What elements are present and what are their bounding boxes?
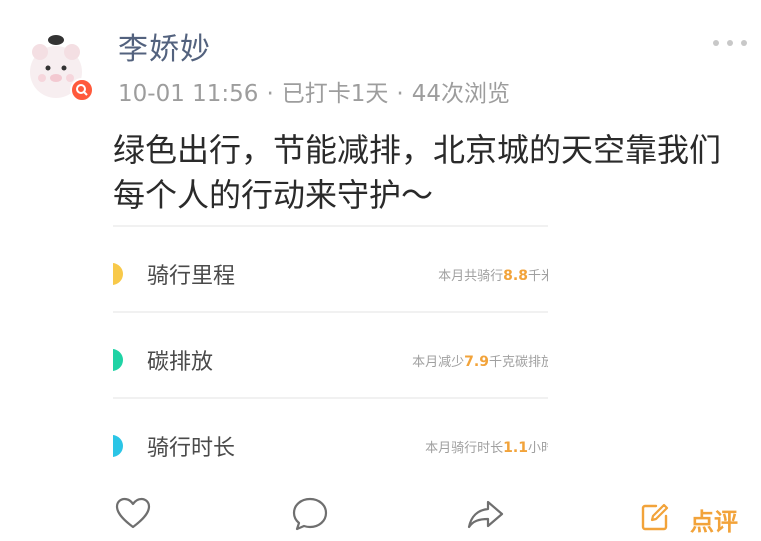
cycling-stats-card[interactable]: 骑行里程 本月共骑行8.8千米 碳排放 本月减少7.9千克碳排放 骑行时长 本月… <box>113 225 548 483</box>
summary-prefix: 本月共骑行 <box>438 269 504 284</box>
summary-suffix: 小时 <box>527 441 548 456</box>
meta-separator: · <box>266 81 274 107</box>
stats-row-duration[interactable]: 骑行时长 本月骑行时长1.1小时 <box>113 399 548 483</box>
meta-separator: · <box>396 81 404 107</box>
summary-suffix: 千米 <box>527 269 548 284</box>
checkin-days: 已打卡1天 <box>281 81 389 107</box>
heart-icon[interactable] <box>113 494 153 534</box>
summary-suffix: 千克碳排放 <box>488 355 548 370</box>
stats-row-summary: 本月共骑行8.8千米 <box>438 265 548 284</box>
post-meta: 10-01 11:56 · 已打卡1天 · 44次浏览 <box>118 74 510 108</box>
carbon-dot-icon <box>113 349 123 371</box>
comment-icon[interactable] <box>290 494 330 534</box>
post-timestamp: 10-01 11:56 <box>118 81 259 107</box>
duration-dot-icon <box>113 435 123 457</box>
stats-row-distance[interactable]: 骑行里程 本月共骑行8.8千米 <box>113 227 548 313</box>
summary-prefix: 本月减少 <box>412 355 465 370</box>
summary-prefix: 本月骑行时长 <box>425 441 504 456</box>
share-icon[interactable] <box>465 494 505 534</box>
view-count: 44次浏览 <box>411 81 510 107</box>
action-bar: 点评 <box>0 490 761 541</box>
summary-value: 8.8 <box>503 268 528 284</box>
summary-value: 7.9 <box>464 354 489 370</box>
stats-row-carbon[interactable]: 碳排放 本月减少7.9千克碳排放 <box>113 313 548 399</box>
distance-dot-icon <box>113 263 123 285</box>
stats-row-label: 骑行里程 <box>147 264 236 289</box>
stats-row-label: 骑行时长 <box>147 436 236 461</box>
verified-badge-icon <box>70 78 94 102</box>
post-content: 绿色出行，节能减排，北京城的天空靠我们每个人的行动来守护～ <box>113 131 722 214</box>
user-name[interactable]: 李娇妙 <box>118 24 211 68</box>
stats-row-summary: 本月骑行时长1.1小时 <box>425 437 548 456</box>
edit-icon[interactable] <box>640 502 670 532</box>
stats-row-label: 碳排放 <box>147 350 214 375</box>
stats-row-summary: 本月减少7.9千克碳排放 <box>412 351 548 370</box>
more-options-icon[interactable] <box>710 34 750 52</box>
review-button[interactable]: 点评 <box>690 502 738 537</box>
summary-value: 1.1 <box>503 440 528 456</box>
